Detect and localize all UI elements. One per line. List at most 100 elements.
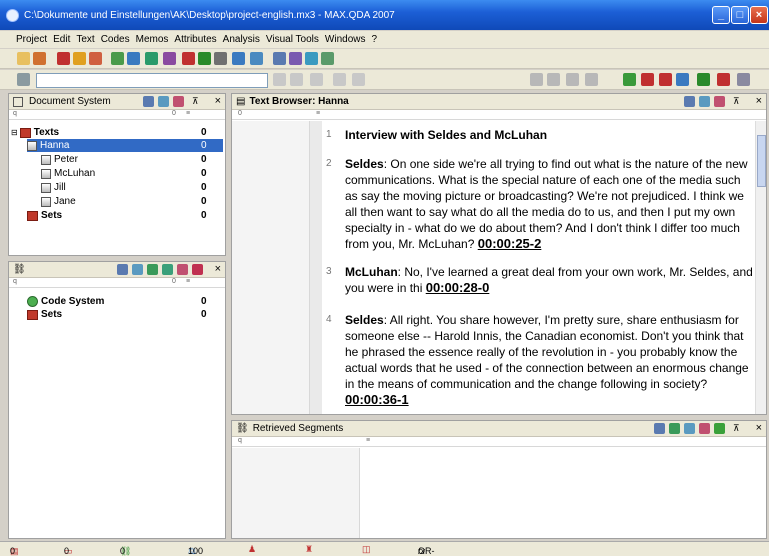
tool10-icon[interactable] xyxy=(717,73,730,86)
paragraph-1[interactable]: Interview with Seldes and McLuhan xyxy=(345,127,753,143)
tree-peter[interactable]: Peter 0 xyxy=(41,153,221,166)
menu-edit[interactable]: Edit xyxy=(53,34,70,45)
search-icon[interactable] xyxy=(250,52,263,65)
code-system-close-icon[interactable]: × xyxy=(215,263,221,275)
tool3-icon[interactable] xyxy=(566,73,579,86)
code-icon[interactable] xyxy=(73,52,86,65)
title-bar: C:\Dokumente und Einstellungen\AK\Deskto… xyxy=(0,0,769,30)
rs-margin-area[interactable] xyxy=(232,448,360,538)
format3-icon[interactable] xyxy=(310,73,323,86)
text-scrollbar-thumb[interactable] xyxy=(757,135,766,187)
tree-jane[interactable]: Jane 0 xyxy=(41,195,221,208)
cs-color-icon[interactable] xyxy=(162,264,173,275)
menu-windows[interactable]: Windows xyxy=(325,34,366,45)
cs-print-icon[interactable] xyxy=(117,264,128,275)
tree-sets[interactable]: Sets 0 xyxy=(27,209,223,222)
tb-print-icon[interactable] xyxy=(684,96,695,107)
tool8-icon[interactable] xyxy=(676,73,689,86)
code-combo[interactable] xyxy=(36,73,268,88)
memo-icon[interactable] xyxy=(89,52,102,65)
view4-icon[interactable] xyxy=(321,52,334,65)
chart-icon[interactable] xyxy=(182,52,195,65)
maximize-button[interactable]: □ xyxy=(731,6,749,24)
italic-icon[interactable] xyxy=(333,73,346,86)
tool5-icon[interactable] xyxy=(623,73,636,86)
status-person2-icon[interactable]: ♜ xyxy=(305,544,313,555)
link-icon[interactable] xyxy=(111,52,124,65)
menu-text[interactable]: Text xyxy=(76,34,94,45)
rs-pin-icon[interactable]: ⊼ xyxy=(733,423,744,434)
cs-stats-icon[interactable] xyxy=(192,264,203,275)
tree-code-sets[interactable]: Sets 0 xyxy=(27,308,223,321)
timestamp[interactable]: 00:00:36-1 xyxy=(345,392,409,407)
text-browser-close-icon[interactable]: × xyxy=(756,95,762,107)
code-system-header: ⛓ × xyxy=(9,262,225,278)
tree-code-system[interactable]: Code System 0 xyxy=(27,295,223,308)
tree-jill[interactable]: Jill 0 xyxy=(41,181,221,194)
rs-export-icon[interactable] xyxy=(699,423,710,434)
menu-analysis[interactable]: Analysis xyxy=(223,34,260,45)
paragraph-3[interactable]: McLuhan: No, I've learned a great deal f… xyxy=(345,264,753,296)
paragraph-2[interactable]: Seldes: On one side we're all trying to … xyxy=(345,156,753,252)
tree-hanna[interactable]: Hanna 0 xyxy=(27,139,223,152)
format2-icon[interactable] xyxy=(290,73,303,86)
function-icon[interactable] xyxy=(214,52,227,65)
menu-visual-tools[interactable]: Visual Tools xyxy=(266,34,319,45)
tool11-icon[interactable] xyxy=(737,73,750,86)
new-project-icon[interactable] xyxy=(17,52,30,65)
tool7-icon[interactable] xyxy=(659,73,672,86)
tb-copy-icon[interactable] xyxy=(699,96,710,107)
timestamp[interactable]: 00:00:25-2 xyxy=(478,236,542,251)
tree-texts[interactable]: ⊟ Texts 0 xyxy=(11,126,221,139)
tool9-icon[interactable] xyxy=(697,73,710,86)
paragraph-4[interactable]: Seldes: All right. You share however, I'… xyxy=(345,312,753,408)
menu-attributes[interactable]: Attributes xyxy=(174,34,216,45)
text-scrollbar[interactable] xyxy=(755,121,766,414)
view1-icon[interactable] xyxy=(273,52,286,65)
tb-pin-icon[interactable]: ⊼ xyxy=(733,96,744,107)
view2-icon[interactable] xyxy=(289,52,302,65)
close-button[interactable]: × xyxy=(750,6,768,24)
highlight-icon[interactable] xyxy=(17,73,30,86)
delete-icon[interactable] xyxy=(57,52,70,65)
menu-project[interactable]: Project xyxy=(16,34,47,45)
tool4-icon[interactable] xyxy=(585,73,598,86)
menu-codes[interactable]: Codes xyxy=(101,34,130,45)
memo-margin-area[interactable] xyxy=(310,121,322,414)
copy-icon[interactable] xyxy=(158,96,169,107)
view3-icon[interactable] xyxy=(305,52,318,65)
menu-memos[interactable]: Memos xyxy=(136,34,169,45)
cs-import-icon[interactable] xyxy=(147,264,158,275)
tree-mcluhan[interactable]: McLuhan 0 xyxy=(41,167,221,180)
cs-export-icon[interactable] xyxy=(177,264,188,275)
rs-copy-icon[interactable] xyxy=(684,423,695,434)
checklist-icon[interactable] xyxy=(232,52,245,65)
minimize-button[interactable]: _ xyxy=(712,6,730,24)
format-icon[interactable] xyxy=(273,73,286,86)
timestamp[interactable]: 00:00:28-0 xyxy=(426,280,490,295)
document-icon[interactable] xyxy=(127,52,140,65)
grid-icon[interactable] xyxy=(163,52,176,65)
open-project-icon[interactable] xyxy=(33,52,46,65)
print-icon[interactable] xyxy=(143,96,154,107)
document-system-close-icon[interactable]: × xyxy=(215,95,221,107)
tool1-icon[interactable] xyxy=(530,73,543,86)
cs-copy-icon[interactable] xyxy=(132,264,143,275)
tb-export-icon[interactable] xyxy=(714,96,725,107)
chart2-icon[interactable] xyxy=(198,52,211,65)
pin-icon[interactable]: ⊼ xyxy=(192,96,203,107)
peter-doc-icon xyxy=(41,154,51,165)
retrieved-segments-close-icon[interactable]: × xyxy=(756,422,762,434)
rs-print-icon[interactable] xyxy=(654,423,665,434)
menu-help[interactable]: ? xyxy=(371,34,377,45)
tool2-icon[interactable] xyxy=(547,73,560,86)
italic2-icon[interactable] xyxy=(352,73,365,86)
status-doc-icon[interactable]: ◫ xyxy=(362,544,371,555)
table-icon[interactable] xyxy=(145,52,158,65)
export-icon[interactable] xyxy=(173,96,184,107)
rs-weight-icon[interactable] xyxy=(714,423,725,434)
tool6-icon[interactable] xyxy=(641,73,654,86)
code-margin-area[interactable] xyxy=(232,121,310,414)
rs-filter-icon[interactable] xyxy=(669,423,680,434)
status-person-icon[interactable]: ♟ xyxy=(248,544,256,555)
